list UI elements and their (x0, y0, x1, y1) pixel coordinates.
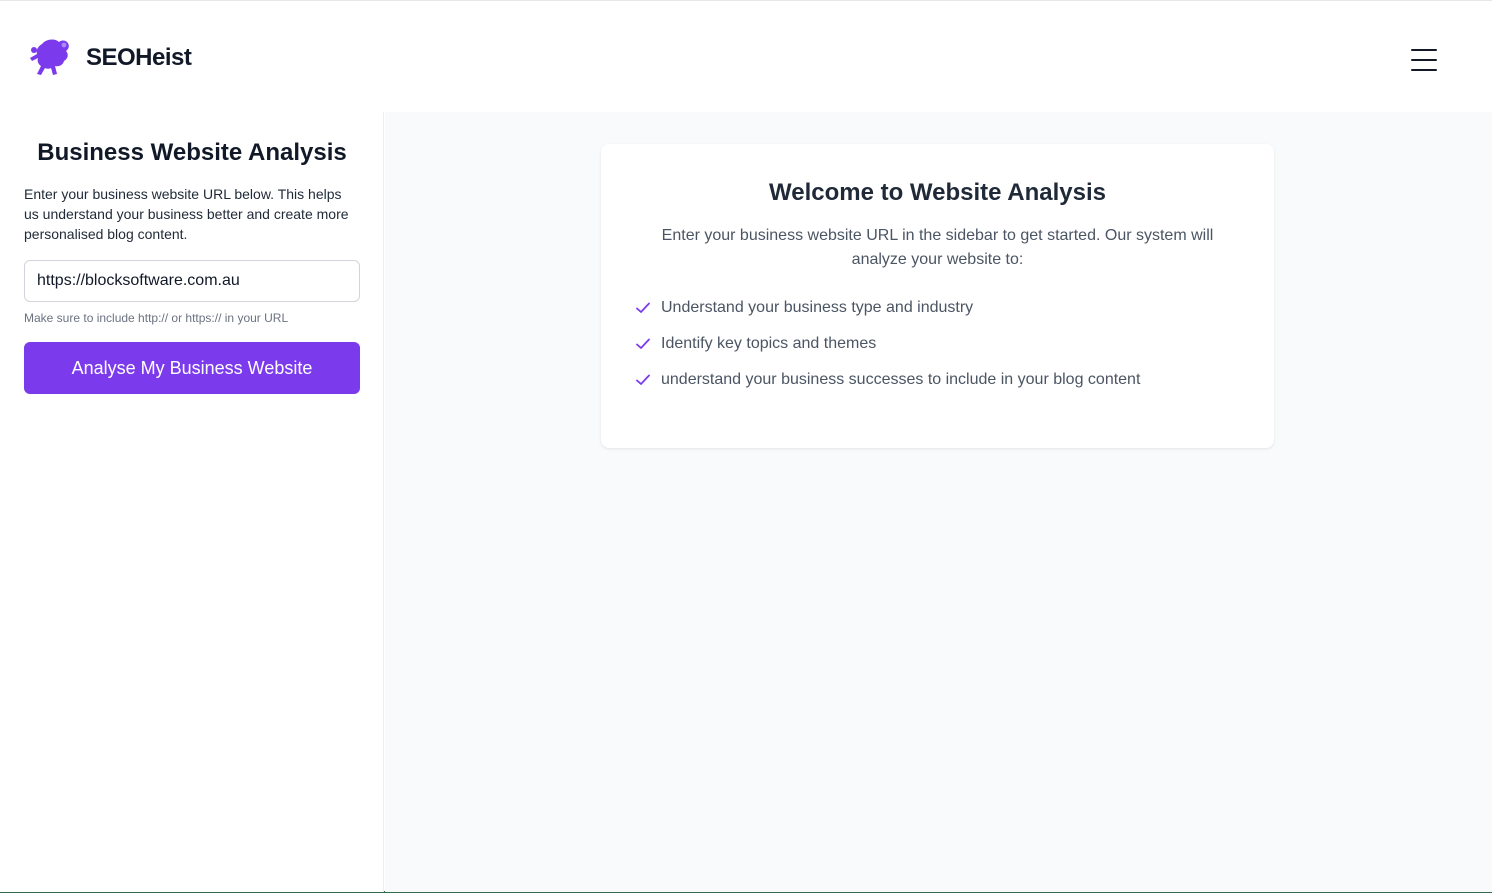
feature-label: Understand your business type and indust… (661, 299, 974, 316)
seoheist-logo-icon[interactable] (28, 38, 72, 78)
sidebar-description: Enter your business website URL below. T… (24, 186, 349, 242)
brand-name[interactable]: SEOHeist (86, 43, 192, 73)
welcome-description: Enter your business website URL in the s… (661, 227, 1214, 268)
analyse-website-button[interactable]: Analyse My Business Website (24, 342, 360, 394)
url-hint: Make sure to include http:// or https://… (24, 311, 289, 325)
feature-list: Understand your business type and indust… (635, 296, 1255, 404)
welcome-card: Welcome to Website Analysis Enter your b… (601, 144, 1274, 448)
feature-item: Understand your business type and indust… (635, 296, 1255, 332)
feature-item: understand your business successes to in… (635, 368, 1255, 404)
sidebar: Business Website Analysis Enter your bus… (0, 112, 384, 892)
check-icon (636, 302, 650, 313)
app-window: SEOHeist Business Website Analysis Enter… (0, 0, 1492, 893)
welcome-title: Welcome to Website Analysis (769, 179, 1106, 206)
top-header: SEOHeist (0, 1, 1492, 112)
feature-item: Identify key topics and themes (635, 332, 1255, 368)
check-icon (636, 374, 650, 385)
check-icon (636, 338, 650, 349)
hamburger-menu-icon[interactable] (1406, 45, 1442, 75)
feature-label: Identify key topics and themes (661, 335, 877, 352)
website-url-input[interactable] (24, 260, 360, 302)
main-content: Welcome to Website Analysis Enter your b… (385, 112, 1492, 892)
feature-label: understand your business successes to in… (661, 371, 1141, 388)
sidebar-title: Business Website Analysis (37, 139, 347, 166)
